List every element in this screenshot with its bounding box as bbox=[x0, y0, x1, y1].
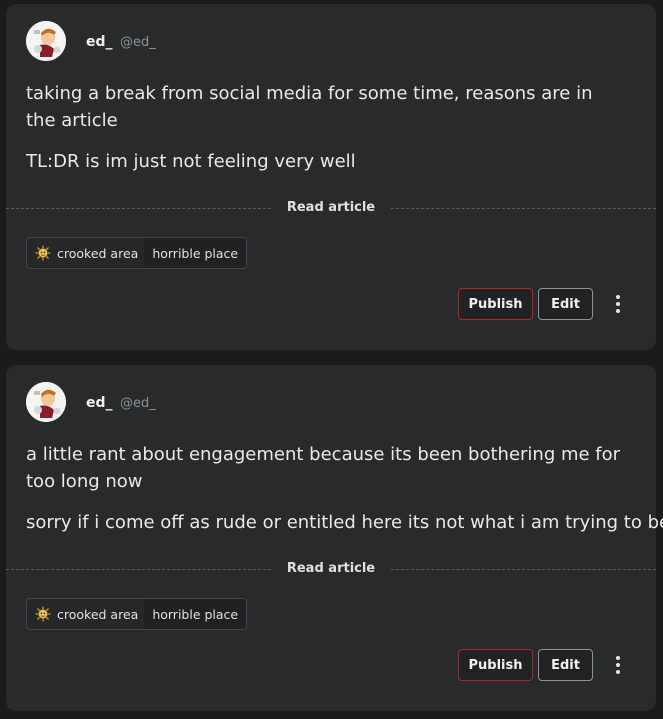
post-tags: crooked area horrible place bbox=[26, 237, 248, 269]
post-card: ed_ @ed_ a little rant about engagement … bbox=[6, 365, 663, 711]
post-subtitle: sorry if i come off as rude or entitled … bbox=[26, 512, 663, 533]
post-title: a little rant about engagement because i… bbox=[26, 444, 621, 492]
post-tags: crooked area horrible place bbox=[26, 598, 248, 630]
post-card: ed_ @ed_ taking a break from social medi… bbox=[6, 4, 656, 350]
post-author: ed_ @ed_ bbox=[86, 34, 156, 50]
edit-button[interactable]: Edit bbox=[538, 288, 593, 320]
more-vertical-icon[interactable] bbox=[608, 292, 628, 316]
post-title: taking a break from social media for som… bbox=[26, 83, 593, 131]
divider-line-right bbox=[391, 208, 656, 209]
post-feed: ed_ @ed_ taking a break from social medi… bbox=[0, 0, 663, 719]
publish-button[interactable]: Publish bbox=[458, 288, 533, 320]
author-avatar[interactable] bbox=[26, 382, 66, 422]
author-handle: @ed_ bbox=[119, 35, 156, 50]
tag-crooked-area[interactable]: crooked area bbox=[27, 599, 144, 629]
tag-label: horrible place bbox=[152, 245, 239, 261]
author-avatar[interactable] bbox=[26, 21, 66, 61]
tag-label: crooked area bbox=[57, 606, 139, 622]
publish-button[interactable]: Publish bbox=[458, 649, 533, 681]
tag-crooked-area[interactable]: crooked area bbox=[27, 238, 144, 268]
post-author: ed_ @ed_ bbox=[86, 395, 156, 411]
more-vertical-icon[interactable] bbox=[608, 653, 628, 677]
sun-face-icon bbox=[35, 245, 51, 261]
read-article-divider: Read article bbox=[6, 200, 656, 216]
edit-button[interactable]: Edit bbox=[538, 649, 593, 681]
tag-horrible-place[interactable]: horrible place bbox=[144, 238, 247, 268]
sun-face-icon bbox=[35, 606, 51, 622]
read-article-link[interactable]: Read article bbox=[281, 200, 381, 215]
author-name[interactable]: ed_ bbox=[86, 395, 113, 411]
divider-line-left bbox=[6, 208, 271, 209]
author-handle: @ed_ bbox=[119, 396, 156, 411]
tag-label: crooked area bbox=[57, 245, 139, 261]
read-article-link[interactable]: Read article bbox=[281, 561, 381, 576]
divider-line-right bbox=[391, 569, 656, 570]
post-subtitle: TL:DR is im just not feeling very well bbox=[26, 151, 356, 172]
divider-line-left bbox=[6, 569, 271, 570]
tag-horrible-place[interactable]: horrible place bbox=[144, 599, 247, 629]
author-name[interactable]: ed_ bbox=[86, 34, 113, 50]
read-article-divider: Read article bbox=[6, 561, 656, 577]
tag-label: horrible place bbox=[152, 606, 239, 622]
